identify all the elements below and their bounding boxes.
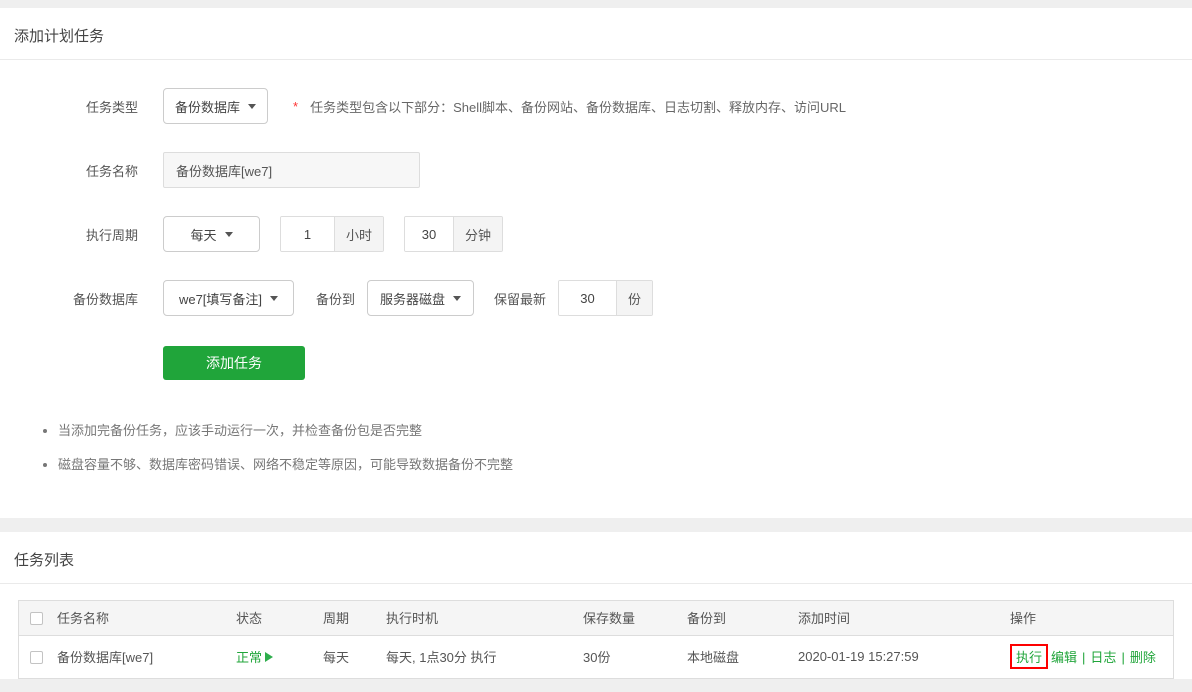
backup-db-row: 备份数据库 we7[填写备注] 备份到 服务器磁盘 保留最新 份 bbox=[0, 280, 1192, 316]
cycle-label: 执行周期 bbox=[0, 225, 138, 244]
action-execute-link[interactable]: 执行 bbox=[1016, 650, 1042, 665]
cell-actions: 执行编辑 | 日志 | 删除 bbox=[1006, 635, 1173, 678]
select-all-checkbox[interactable] bbox=[30, 612, 43, 625]
add-task-form: 任务类型 备份数据库 * 任务类型包含以下部分：Shell脚本、备份网站、备份数… bbox=[0, 88, 1192, 518]
cell-exec-time: 每天, 1点30分 执行 bbox=[382, 635, 579, 678]
cell-keep-count: 30份 bbox=[579, 635, 683, 678]
minute-input-group: 分钟 bbox=[404, 216, 503, 252]
keep-unit-addon: 份 bbox=[616, 281, 652, 315]
action-separator: | bbox=[1082, 650, 1085, 665]
required-asterisk: * bbox=[293, 99, 298, 114]
note-item: 磁盘容量不够、数据库密码错误、网络不稳定等原因，可能导致数据备份不完整 bbox=[58, 454, 1192, 473]
cell-status: 正常 bbox=[232, 635, 319, 678]
header-cycle: 周期 bbox=[319, 601, 382, 635]
hour-input-group: 小时 bbox=[280, 216, 384, 252]
hour-input[interactable] bbox=[281, 217, 334, 251]
header-backup-to: 备份到 bbox=[683, 601, 794, 635]
backup-to-select[interactable]: 服务器磁盘 bbox=[367, 280, 474, 316]
add-task-button[interactable]: 添加任务 bbox=[163, 346, 305, 380]
table-header-row: 任务名称 状态 周期 执行时机 保存数量 备份到 添加时间 操作 bbox=[19, 601, 1173, 635]
backup-to-selected-value: 服务器磁盘 bbox=[380, 289, 445, 308]
note-item: 当添加完备份任务，应该手动运行一次，并检查备份包是否完整 bbox=[58, 420, 1192, 439]
cell-task-name: 备份数据库[we7] bbox=[53, 635, 232, 678]
header-actions: 操作 bbox=[1006, 601, 1173, 635]
header-status: 状态 bbox=[232, 601, 319, 635]
hour-unit-addon: 小时 bbox=[334, 217, 383, 251]
caret-down-icon bbox=[225, 232, 233, 237]
task-table: 任务名称 状态 周期 执行时机 保存数量 备份到 添加时间 操作 备份数据库[w… bbox=[18, 600, 1174, 679]
status-text: 正常 bbox=[236, 647, 262, 666]
keep-count-input-group: 份 bbox=[558, 280, 653, 316]
highlight-annotation-box: 执行 bbox=[1010, 644, 1048, 669]
caret-down-icon bbox=[270, 296, 278, 301]
action-separator: | bbox=[1121, 650, 1124, 665]
cycle-period-select[interactable]: 每天 bbox=[163, 216, 260, 252]
task-name-row: 任务名称 bbox=[0, 152, 1192, 188]
task-list-panel: 任务列表 任务名称 状态 周期 执行时机 保存数量 备份到 bbox=[0, 532, 1192, 679]
backup-db-selected-value: we7[填写备注] bbox=[179, 289, 262, 308]
header-added-time: 添加时间 bbox=[794, 601, 1006, 635]
cell-backup-to: 本地磁盘 bbox=[683, 635, 794, 678]
action-delete-link[interactable]: 删除 bbox=[1130, 650, 1156, 665]
task-type-row: 任务类型 备份数据库 * 任务类型包含以下部分：Shell脚本、备份网站、备份数… bbox=[0, 88, 1192, 124]
keep-latest-label: 保留最新 bbox=[494, 289, 546, 308]
caret-down-icon bbox=[248, 104, 256, 109]
backup-db-label: 备份数据库 bbox=[0, 289, 138, 308]
caret-down-icon bbox=[453, 296, 461, 301]
table-row: 备份数据库[we7] 正常 每天 每天, 1点30分 执行 30份 本地磁盘 2… bbox=[19, 635, 1173, 678]
backup-to-label: 备份到 bbox=[316, 289, 355, 308]
cycle-period-value: 每天 bbox=[190, 225, 216, 244]
cycle-row: 执行周期 每天 小时 分钟 bbox=[0, 216, 1192, 252]
minute-input[interactable] bbox=[405, 217, 453, 251]
cell-added-time: 2020-01-19 15:27:59 bbox=[794, 635, 1006, 678]
task-list-panel-title: 任务列表 bbox=[0, 532, 1192, 584]
add-task-panel-title: 添加计划任务 bbox=[0, 8, 1192, 60]
notes-list: 当添加完备份任务，应该手动运行一次，并检查备份包是否完整 磁盘容量不够、数据库密… bbox=[42, 420, 1192, 473]
task-type-hint: 任务类型包含以下部分：Shell脚本、备份网站、备份数据库、日志切割、释放内存、… bbox=[310, 97, 846, 116]
header-exec-time: 执行时机 bbox=[382, 601, 579, 635]
action-edit-link[interactable]: 编辑 bbox=[1051, 650, 1077, 665]
backup-db-select[interactable]: we7[填写备注] bbox=[163, 280, 294, 316]
task-name-input[interactable] bbox=[163, 152, 420, 188]
play-icon[interactable] bbox=[265, 652, 273, 662]
cell-cycle: 每天 bbox=[319, 635, 382, 678]
scheduled-task-page: 添加计划任务 任务类型 备份数据库 * 任务类型包含以下部分：Shell脚本、备… bbox=[0, 0, 1192, 692]
task-name-label: 任务名称 bbox=[0, 161, 138, 180]
header-task-name: 任务名称 bbox=[53, 601, 232, 635]
task-type-select[interactable]: 备份数据库 bbox=[163, 88, 268, 124]
header-keep-count: 保存数量 bbox=[579, 601, 683, 635]
task-type-label: 任务类型 bbox=[0, 97, 138, 116]
task-type-selected-value: 备份数据库 bbox=[175, 97, 240, 116]
minute-unit-addon: 分钟 bbox=[453, 217, 502, 251]
row-checkbox[interactable] bbox=[30, 651, 43, 664]
add-task-panel: 添加计划任务 任务类型 备份数据库 * 任务类型包含以下部分：Shell脚本、备… bbox=[0, 8, 1192, 518]
action-log-link[interactable]: 日志 bbox=[1090, 650, 1116, 665]
keep-count-input[interactable] bbox=[559, 281, 616, 315]
